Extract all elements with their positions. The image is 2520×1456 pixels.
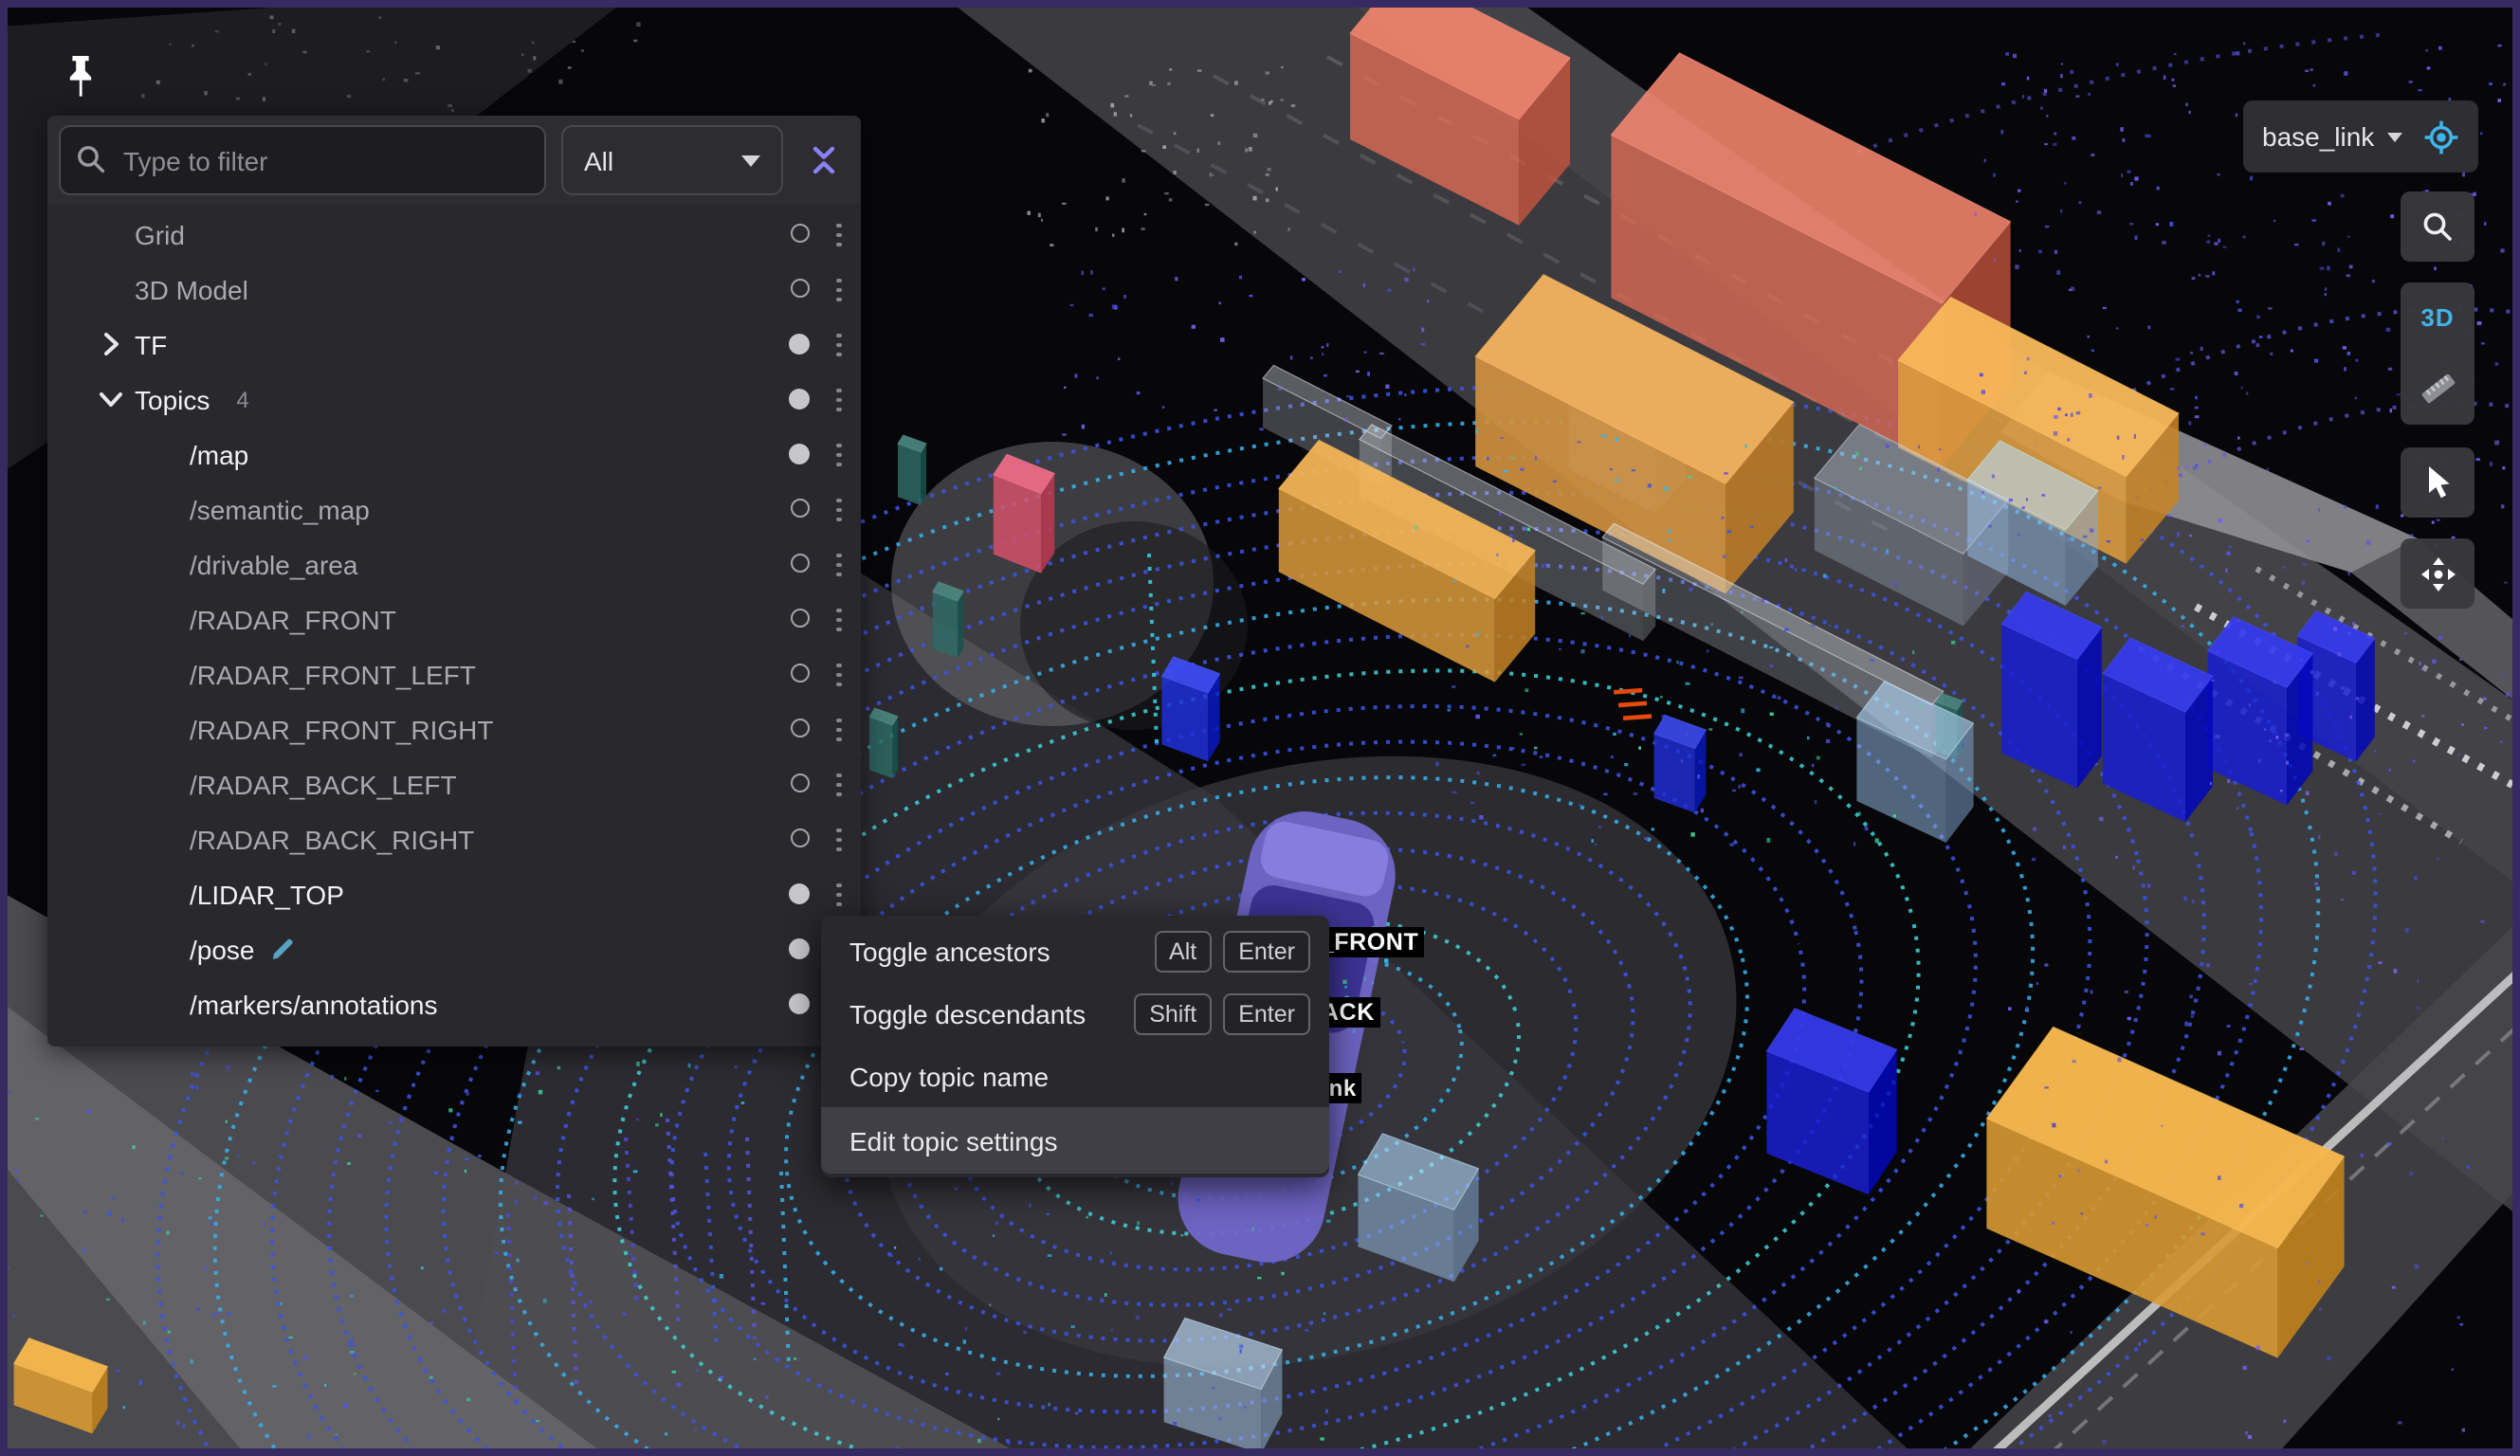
visibility-toggle[interactable]	[789, 334, 810, 355]
tree-row[interactable]: 3D Model	[47, 262, 861, 317]
more-options-icon[interactable]	[825, 385, 853, 415]
visibility-toggle[interactable]	[791, 499, 810, 518]
search-input[interactable]	[59, 125, 546, 195]
pan-tool-button[interactable]	[2401, 538, 2474, 609]
tree-row[interactable]: /map	[47, 427, 861, 482]
cursor-icon	[2420, 464, 2455, 500]
keyboard-key: Enter	[1223, 992, 1310, 1034]
tree-row[interactable]: /RADAR_BACK_RIGHT	[47, 811, 861, 866]
pencil-icon[interactable]	[272, 937, 297, 961]
visibility-toggle[interactable]	[789, 883, 810, 904]
more-options-icon[interactable]	[825, 770, 853, 800]
keyboard-key: Alt	[1154, 930, 1212, 972]
more-options-icon[interactable]	[825, 880, 853, 910]
tree-row[interactable]: /drivable_area	[47, 537, 861, 592]
keyboard-key: Shift	[1134, 992, 1212, 1034]
filter-bar: All	[47, 116, 861, 205]
visibility-toggle[interactable]	[791, 828, 810, 847]
chevron-down-icon	[741, 155, 760, 166]
viewport-toolbar: 3D	[2401, 191, 2474, 609]
more-options-icon[interactable]	[825, 550, 853, 580]
filter-type-dropdown[interactable]: All	[561, 125, 783, 195]
chevron-down-icon	[2387, 132, 2402, 141]
scene-search-button[interactable]	[2401, 191, 2474, 262]
context-menu-item[interactable]: Edit topic settings	[821, 1107, 1329, 1174]
visibility-toggle[interactable]	[791, 224, 810, 243]
tree-row[interactable]: /RADAR_FRONT_RIGHT	[47, 701, 861, 756]
topic-tree: Grid 3D Model TF Topics 4 /map /semantic…	[47, 205, 861, 1031]
tree-row[interactable]: /RADAR_FRONT_LEFT	[47, 646, 861, 701]
search-icon	[2421, 210, 2454, 243]
more-options-icon[interactable]	[825, 660, 853, 690]
visibility-toggle[interactable]	[791, 554, 810, 573]
view-3d-button[interactable]: 3D	[2401, 282, 2474, 354]
more-options-icon[interactable]	[825, 495, 853, 525]
filter-type-value: All	[584, 145, 613, 175]
more-options-icon[interactable]	[825, 275, 853, 305]
more-options-icon[interactable]	[825, 440, 853, 470]
tree-row[interactable]: Topics 4	[47, 372, 861, 427]
ruler-icon	[2417, 369, 2458, 410]
measure-button[interactable]	[2401, 354, 2474, 425]
context-menu-item[interactable]: Toggle descendants ShiftEnter	[821, 982, 1329, 1045]
collapse-all-icon	[809, 144, 837, 176]
keyboard-key: Enter	[1223, 930, 1310, 972]
context-menu-item[interactable]: Copy topic name	[821, 1045, 1329, 1107]
topic-filter-panel: All Grid 3D Model TF	[47, 116, 861, 1046]
pin-icon[interactable]	[66, 55, 95, 108]
visibility-toggle[interactable]	[789, 993, 810, 1014]
more-options-icon[interactable]	[825, 220, 853, 250]
app-window: CAM_FRONTCAM_BACKbase_link All	[0, 0, 2520, 1456]
visibility-toggle[interactable]	[791, 664, 810, 682]
tree-row[interactable]: TF	[47, 317, 861, 372]
tree-row[interactable]: /LIDAR_TOP	[47, 866, 861, 921]
visibility-toggle[interactable]	[791, 279, 810, 298]
tree-row[interactable]: /markers/annotations	[47, 976, 861, 1031]
more-options-icon[interactable]	[825, 605, 853, 635]
chevron-icon[interactable]	[97, 385, 125, 413]
display-frame-selector[interactable]: base_link	[2243, 100, 2478, 173]
topic-context-menu: Toggle ancestors AltEnter Toggle descend…	[821, 916, 1329, 1177]
select-tool-button[interactable]	[2401, 447, 2474, 518]
view-mode-group: 3D	[2401, 282, 2474, 425]
visibility-toggle[interactable]	[789, 444, 810, 464]
chevron-icon[interactable]	[97, 330, 125, 358]
tree-row[interactable]: /RADAR_FRONT	[47, 592, 861, 646]
more-options-icon[interactable]	[825, 330, 853, 360]
tree-row[interactable]: /semantic_map	[47, 482, 861, 537]
tree-row[interactable]: /RADAR_BACK_LEFT	[47, 756, 861, 811]
collapse-all-button[interactable]	[798, 127, 848, 193]
move-icon	[2419, 555, 2456, 592]
visibility-toggle[interactable]	[791, 609, 810, 628]
crosshair-icon[interactable]	[2423, 118, 2459, 155]
more-options-icon[interactable]	[825, 715, 853, 745]
display-frame-value: base_link	[2262, 121, 2374, 152]
tree-row[interactable]: Grid	[47, 207, 861, 262]
visibility-toggle[interactable]	[789, 938, 810, 959]
more-options-icon[interactable]	[825, 825, 853, 855]
context-menu-item[interactable]: Toggle ancestors AltEnter	[821, 919, 1329, 982]
visibility-toggle[interactable]	[791, 774, 810, 792]
search-icon	[76, 144, 106, 174]
tree-row[interactable]: /pose	[47, 921, 861, 976]
visibility-toggle[interactable]	[789, 389, 810, 410]
visibility-toggle[interactable]	[791, 719, 810, 737]
3d-mode-label: 3D	[2420, 304, 2454, 333]
